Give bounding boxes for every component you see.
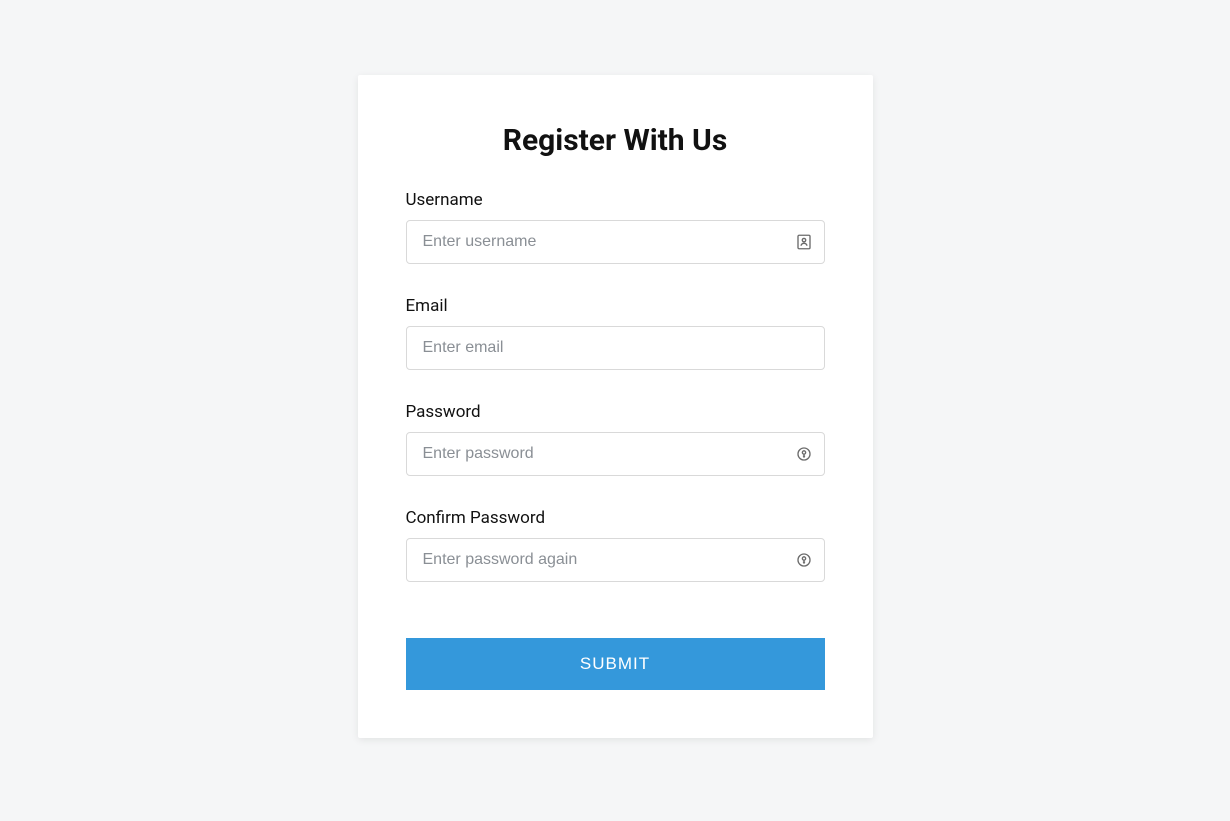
email-input-wrapper (406, 326, 825, 370)
confirm-password-input-wrapper (406, 538, 825, 582)
username-input-wrapper (406, 220, 825, 264)
password-label: Password (406, 402, 825, 422)
username-input[interactable] (406, 220, 825, 264)
page-title: Register With Us (406, 123, 825, 158)
username-group: Username (406, 190, 825, 264)
password-input[interactable] (406, 432, 825, 476)
email-label: Email (406, 296, 825, 316)
submit-button[interactable]: SUBMIT (406, 638, 825, 690)
confirm-password-label: Confirm Password (406, 508, 825, 528)
confirm-password-input[interactable] (406, 538, 825, 582)
password-input-wrapper (406, 432, 825, 476)
register-card: Register With Us Username Email Password (358, 75, 873, 738)
password-group: Password (406, 402, 825, 476)
username-label: Username (406, 190, 825, 210)
email-input[interactable] (406, 326, 825, 370)
confirm-password-group: Confirm Password (406, 508, 825, 582)
email-group: Email (406, 296, 825, 370)
